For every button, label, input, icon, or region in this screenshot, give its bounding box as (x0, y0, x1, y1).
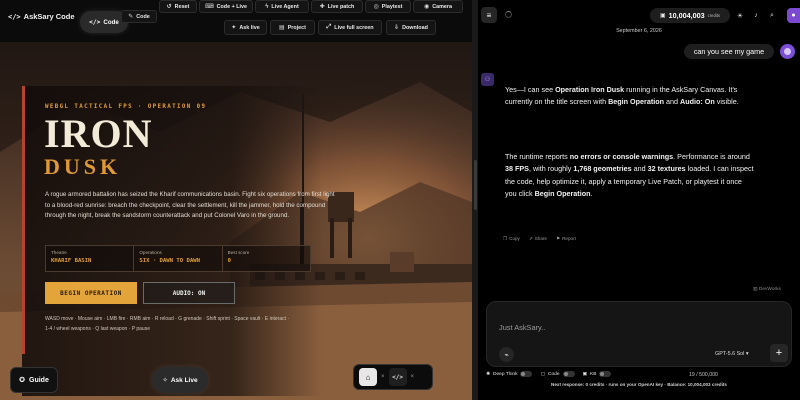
composer-toggles: ✺ Deep Think ▢ Code ▣ KB (486, 371, 612, 377)
brain-icon: ✺ (486, 371, 491, 377)
bolt-icon: ϟ (265, 3, 269, 10)
chat-composer: Just AskSary.. ⌁ GPT-5.6 Sol ▾ + (486, 301, 792, 367)
share-button[interactable]: ⇗ Share (529, 236, 547, 242)
stat-best-score: Best score 0 (227, 250, 250, 264)
reset-icon: ↺ (166, 4, 172, 10)
game-description: A rogue armored battalion has seized the… (45, 191, 335, 219)
search-icon[interactable]: ⌕ (765, 8, 779, 23)
stat-operations: Operations SIX · DAWN TO DAWN (134, 246, 223, 271)
report-button[interactable]: ⚑ Report (556, 236, 576, 242)
top-toolbar: </> AskSary Code </> Code ✎ Code ↺ Reset ⌨… (0, 0, 472, 40)
view-dock: ⌂ × </> × (353, 364, 433, 390)
camera-button[interactable]: ◉ Camera (413, 0, 463, 13)
microphone-icon[interactable]: ♪ (749, 8, 763, 23)
fullscreen-icon: ⤢ (326, 24, 332, 30)
copy-icon: ❐ (503, 236, 508, 241)
attach-icon[interactable]: ⌁ (499, 347, 514, 362)
home-icon[interactable]: ⌂ (359, 368, 377, 386)
user-avatar-icon (780, 44, 795, 59)
close-icon[interactable]: × (411, 374, 415, 380)
live-patch-button[interactable]: ✚ Live patch (311, 0, 363, 13)
loading-icon (505, 11, 512, 18)
code-toggle[interactable]: ▢ Code (540, 371, 575, 377)
download-icon: ⇩ (394, 25, 400, 31)
logo-icon: ▥ (753, 287, 758, 292)
plus-icon[interactable]: + (770, 344, 788, 362)
menu-icon[interactable]: ≡ (481, 7, 497, 23)
user-avatar[interactable]: ● (787, 8, 800, 23)
share-icon: ⇗ (528, 236, 533, 241)
download-button[interactable]: ⇩ Download (386, 20, 436, 35)
stat-theatre: Theatre KHARIF BASIN (46, 246, 135, 271)
watermark: ▥ DevWorks (753, 287, 781, 292)
wand-icon: ✧ (162, 377, 168, 384)
stats-box: Theatre KHARIF BASIN Operations SIX · DA… (45, 245, 311, 272)
close-icon[interactable]: × (381, 374, 385, 380)
assistant-message-p2: The runtime reports no errors or console… (505, 152, 754, 199)
guide-button[interactable]: ✪ Guide (10, 367, 58, 393)
assistant-message-p1: Yes—I can see Operation Iron Dusk runnin… (505, 85, 739, 107)
live-fullscreen-button[interactable]: ⤢ Live full screen (318, 20, 382, 35)
code-live-button[interactable]: ⌨ Code + Live (199, 0, 253, 13)
ask-live-button[interactable]: ✦ Ask live (224, 20, 267, 35)
code-icon: ▢ (540, 371, 546, 377)
edit-icon: ✎ (128, 14, 134, 20)
playtest-button[interactable]: ◎ Playtest (365, 0, 411, 13)
flag-icon: ⚑ (555, 236, 561, 241)
app-brand: </> AskSary Code (8, 12, 75, 21)
reset-button[interactable]: ↺ Reset (159, 0, 197, 13)
gamepad-icon: ◎ (373, 4, 379, 10)
message-actions: ❐ Copy ⇗ Share ⚑ Report (503, 236, 576, 242)
controls-help: WASD move · Mouse aim · LMB fire · RMB a… (45, 316, 290, 332)
footer-note: Next response: 0 credits · runs on your … (551, 382, 727, 387)
token-counter: 19 / 500,000 (689, 372, 718, 378)
copy-button[interactable]: ❐ Copy (503, 236, 520, 242)
lightbulb-icon[interactable]: ☀ (733, 8, 747, 23)
book-icon: ▣ (582, 371, 588, 377)
code-icon: </> (8, 12, 21, 21)
ask-live-floating-button[interactable]: ✧ Ask Live (152, 367, 208, 393)
coin-icon: ▣ (660, 13, 666, 19)
resize-handle[interactable] (473, 160, 477, 210)
project-button[interactable]: ▤ Project (270, 20, 315, 35)
camera-icon: ◉ (423, 4, 430, 10)
game-title-line2: DUSK (44, 154, 122, 179)
assistant-avatar-icon: ⚇ (481, 73, 494, 86)
accent-bar (22, 86, 25, 354)
model-selector[interactable]: GPT-5.6 Sol ▾ (715, 351, 749, 357)
user-message: can you see my game (684, 44, 774, 59)
begin-operation-button[interactable]: BEGIN OPERATION (45, 282, 137, 304)
game-subtitle: WEBGL TACTICAL FPS · OPERATION 09 (45, 104, 207, 110)
audio-toggle-button[interactable]: AUDIO: ON (143, 282, 235, 304)
game-title-line1: IRON (44, 111, 153, 156)
chevron-down-icon: ▾ (745, 351, 749, 357)
code-icon[interactable]: </> (388, 368, 407, 386)
credits-badge[interactable]: ▣ 10,004,003 credits (650, 8, 730, 23)
editor-pane: </> AskSary Code </> Code ✎ Code ↺ Reset ⌨… (0, 0, 472, 400)
sparkle-icon: ✦ (231, 25, 237, 31)
kb-toggle[interactable]: ▣ KB (583, 371, 612, 377)
code-icon: ⌨ (204, 4, 214, 10)
compass-icon: ✪ (19, 377, 26, 384)
chat-date: September 6, 2026 (616, 28, 662, 34)
live-agent-button[interactable]: ϟ Live Agent (255, 0, 309, 13)
code-icon: </> (89, 18, 101, 26)
folder-icon: ▤ (279, 25, 285, 31)
code-button[interactable]: ✎ Code (121, 10, 157, 23)
chat-input[interactable]: Just AskSary.. (499, 323, 545, 332)
deep-think-toggle[interactable]: ✺ Deep Think (486, 371, 533, 377)
patch-icon: ✚ (319, 4, 325, 10)
app-title: AskSary Code (23, 12, 75, 21)
chat-pane: ≡ ▣ 10,004,003 credits ☀ ♪ ⌕ ● September… (478, 0, 800, 400)
